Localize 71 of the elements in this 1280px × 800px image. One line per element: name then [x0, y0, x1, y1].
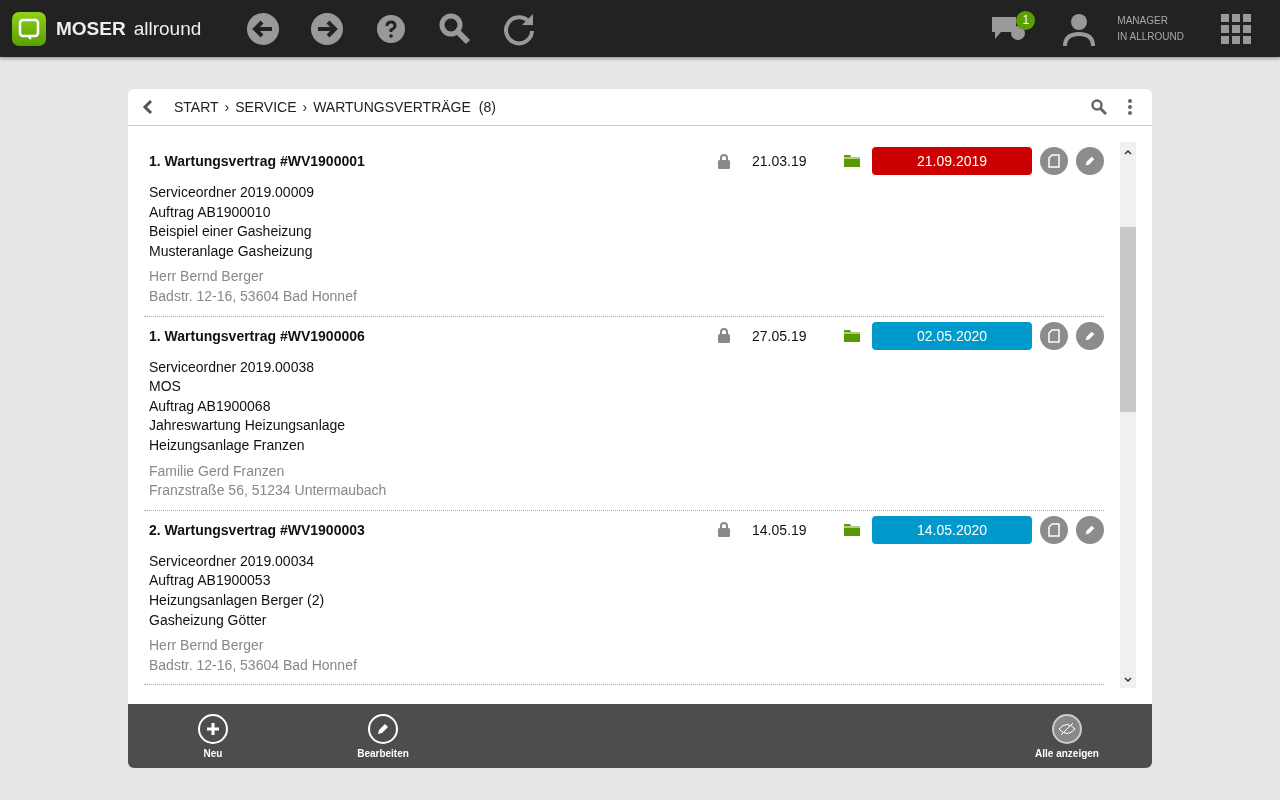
chevron-down-icon[interactable] [1123, 676, 1133, 684]
copy-button[interactable] [1040, 147, 1068, 175]
folder-icon[interactable] [844, 329, 860, 342]
brand-name: MOSER [56, 17, 126, 40]
user-context: IN ALLROUND [1117, 29, 1184, 44]
contract-detail: Auftrag AB1900010 [149, 202, 272, 222]
pencil-icon [1084, 523, 1096, 536]
more-icon [1128, 99, 1132, 115]
customer-address: Franzstraße 56, 51234 Untermaubach [149, 481, 388, 501]
pencil-icon [1084, 329, 1096, 342]
customer-name: Familie Gerd Franzen [149, 461, 286, 481]
logo-icon [12, 11, 46, 46]
chevron-up-icon[interactable] [1123, 148, 1133, 156]
contract-date: 27.05.19 [752, 327, 808, 344]
customer-name: Herr Bernd Berger [149, 636, 265, 656]
contract-detail: MOS [149, 377, 182, 397]
contract-date: 21.03.19 [752, 153, 808, 169]
message-count-badge: 1 [1016, 10, 1036, 30]
due-date-button[interactable]: 21.09.2019 [872, 147, 1032, 175]
user-role: MANAGER [1117, 13, 1169, 28]
document-icon [1048, 328, 1060, 343]
contract-detail: Serviceordner 2019.00038 [149, 357, 315, 377]
contract-card[interactable]: 1. Wartungsvertrag #WV1900001 21.03.19 21.09.2019 Serviceordner 2019.00009 Auftrag AB1900010 Beispiel einer Gasheizung Musteranlage Gasheizung Herr Bernd Berger Badstr. 12-16, 53604 Bad Honnef [144, 142, 1104, 317]
contract-detail: Musteranlage Gasheizung [149, 241, 314, 261]
pencil-icon [1084, 155, 1096, 167]
breadcrumb-link[interactable]: START [174, 99, 219, 115]
contract-detail: Gasheizung Götter [149, 610, 268, 630]
contract-detail: Heizungsanlagen Berger (2) [149, 590, 326, 610]
document-icon [1048, 522, 1060, 537]
edit-button[interactable] [1076, 321, 1104, 350]
contract-card[interactable]: 2. Wartungsvertrag #WV1900003 14.05.19 14.05.2020 Serviceordner 2019.00034 Auftrag AB1900053 Heizungsanlagen Berger (2) Gasheizung Götter Herr Bernd Berger Badstr. 12-16, 53604 Bad Honnef [144, 510, 1104, 686]
contract-date: 14.05.19 [752, 521, 808, 538]
contract-detail: Auftrag AB1900053 [149, 571, 272, 591]
edit-action-button[interactable]: Bearbeiten [298, 704, 468, 768]
plus-icon [198, 713, 228, 744]
contract-title: 1. Wartungsvertrag #WV1900006 [149, 327, 366, 344]
contract-detail: Auftrag AB1900068 [149, 396, 272, 416]
chevron-left-icon [142, 99, 154, 115]
copy-button[interactable] [1040, 515, 1068, 544]
folder-icon[interactable] [844, 155, 860, 167]
breadcrumb-separator: › [224, 99, 230, 115]
edit-button[interactable] [1076, 515, 1104, 544]
breadcrumb-link[interactable]: SERVICE [235, 99, 297, 115]
lock-icon [718, 153, 730, 169]
contract-detail: Jahreswartung Heizungsanlage [149, 416, 347, 436]
breadcrumb-separator: › [302, 99, 308, 115]
lock-icon [718, 522, 730, 538]
contract-title: 2. Wartungsvertrag #WV1900003 [149, 521, 366, 538]
contract-title: 1. Wartungsvertrag #WV1900001 [149, 153, 366, 169]
contract-detail: Serviceordner 2019.00009 [149, 183, 315, 202]
document-icon [1048, 154, 1060, 168]
forward-button[interactable] [309, 10, 346, 47]
product-name: allround [133, 17, 202, 40]
eye-off-icon [1052, 713, 1082, 744]
customer-address: Badstr. 12-16, 53604 Bad Honnef [149, 655, 358, 675]
pencil-icon [368, 713, 398, 744]
lock-icon [718, 328, 730, 344]
customer-address: Badstr. 12-16, 53604 Bad Honnef [149, 286, 358, 306]
item-count: (8) [478, 99, 496, 115]
scrollbar[interactable] [1120, 142, 1136, 688]
back-button[interactable] [245, 10, 282, 47]
contract-detail: Heizungsanlage Franzen [149, 435, 306, 455]
add-action-button[interactable]: Neu [128, 704, 298, 768]
customer-name: Herr Bernd Berger [149, 267, 265, 287]
contract-detail: Serviceordner 2019.00034 [149, 551, 315, 571]
contract-detail: Beispiel einer Gasheizung [149, 222, 313, 242]
edit-button[interactable] [1076, 147, 1104, 175]
breadcrumb-link[interactable]: WARTUNGSVERTRÄGE [313, 99, 471, 115]
folder-icon[interactable] [844, 523, 860, 536]
copy-button[interactable] [1040, 321, 1068, 350]
show-action-button[interactable]: Alle anzeigen [982, 704, 1152, 768]
